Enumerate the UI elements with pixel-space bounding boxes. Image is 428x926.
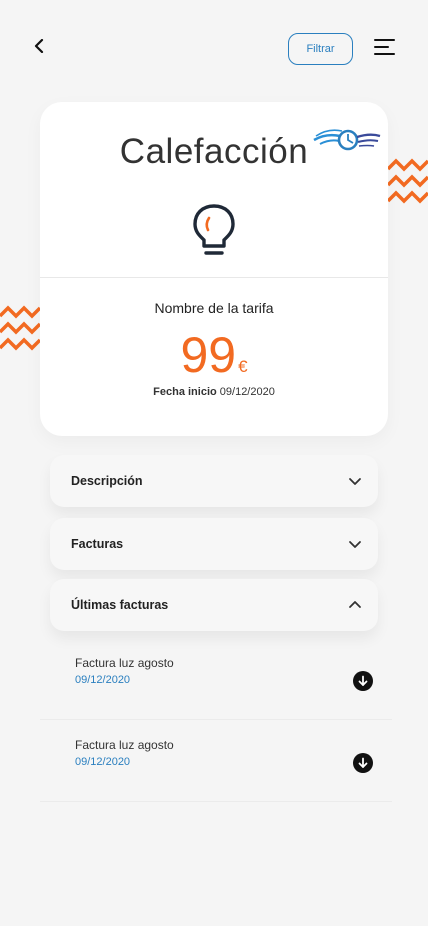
start-date: Fecha inicio 09/12/2020 <box>40 386 388 398</box>
zigzag-decoration-right <box>388 158 428 204</box>
price-currency: € <box>238 357 248 376</box>
invoice-name: Factura luz agosto <box>75 738 174 752</box>
card-divider <box>40 277 388 278</box>
brand-logo-icon <box>313 129 381 151</box>
tariff-card: Calefacción Nombre de la tarifa 99 € Fech… <box>40 102 388 436</box>
invoice-item: Factura luz agosto 09/12/2020 <box>40 638 392 720</box>
download-button[interactable] <box>353 753 373 773</box>
accordion-label: Últimas facturas <box>71 598 169 612</box>
start-date-label: Fecha inicio <box>153 386 217 398</box>
download-arrow-icon <box>358 675 368 686</box>
filter-button[interactable]: Filtrar <box>288 33 353 65</box>
zigzag-decoration-left <box>0 305 40 351</box>
chevron-down-icon <box>349 478 361 485</box>
invoice-date: 09/12/2020 <box>75 674 131 686</box>
accordion-label: Facturas <box>71 537 124 551</box>
invoice-date: 09/12/2020 <box>75 756 131 768</box>
chevron-down-icon <box>349 541 361 548</box>
invoice-name: Factura luz agosto <box>75 656 174 670</box>
hamburger-menu-icon <box>374 39 395 55</box>
accordion-ultimas-facturas[interactable]: Últimas facturas <box>50 579 378 631</box>
start-date-value: 09/12/2020 <box>219 386 275 398</box>
accordion-descripcion[interactable]: Descripción <box>50 455 378 507</box>
accordion-facturas[interactable]: Facturas <box>50 518 378 570</box>
lightbulb-icon <box>193 204 235 255</box>
menu-button[interactable] <box>372 36 398 58</box>
back-button[interactable] <box>28 34 50 58</box>
download-arrow-icon <box>358 757 368 768</box>
price: 99 € <box>40 326 388 384</box>
chevron-up-icon <box>349 601 361 608</box>
download-button[interactable] <box>353 671 373 691</box>
price-value: 99 <box>180 327 237 383</box>
invoice-item: Factura luz agosto 09/12/2020 <box>40 720 392 802</box>
tariff-name: Nombre de la tarifa <box>154 300 274 316</box>
accordion-label: Descripción <box>71 474 143 488</box>
chevron-left-icon <box>34 39 44 53</box>
